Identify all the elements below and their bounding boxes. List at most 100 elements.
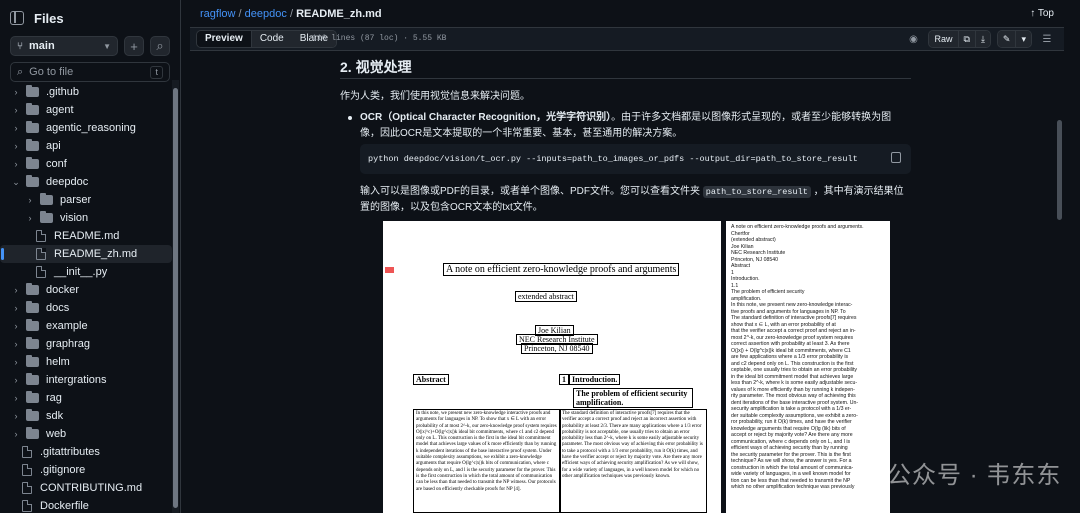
fig-title: A note on efficient zero-knowledge proof… xyxy=(443,263,680,276)
raw-button[interactable]: Raw xyxy=(929,31,959,47)
folder-icon xyxy=(26,175,39,187)
chevron-right-icon: › xyxy=(28,195,32,205)
tree-item-label: parser xyxy=(60,194,92,206)
breadcrumb-current-file: README_zh.md xyxy=(296,8,382,20)
tree-item[interactable]: › sdk xyxy=(0,407,172,425)
file-icon xyxy=(36,230,46,242)
tree-item[interactable]: ⌄ deepdoc xyxy=(0,173,172,191)
main-panel: ragflow / deepdoc / README_zh.md ↑ Top P… xyxy=(190,0,1064,513)
ocr-demo-image: A note on efficient zero-knowledge proof… xyxy=(383,221,721,513)
copilot-icon[interactable]: ◉ xyxy=(904,30,922,48)
tree-item[interactable]: › example xyxy=(0,317,172,335)
breadcrumb-repo-link[interactable]: ragflow xyxy=(200,8,235,20)
folder-icon xyxy=(40,211,53,223)
folder-icon xyxy=(26,121,39,133)
tree-item-label: sdk xyxy=(46,410,64,422)
chevron-right-icon: › xyxy=(14,303,18,313)
tree-item-label: .github xyxy=(46,86,80,98)
arrow-up-icon: ↑ xyxy=(1030,8,1036,19)
top-button[interactable]: ↑ Top xyxy=(1030,8,1054,19)
tree-item-label: vision xyxy=(60,212,89,224)
tree-item[interactable]: › docs xyxy=(0,299,172,317)
tree-item-label: Dockerfile xyxy=(40,500,89,512)
folder-icon xyxy=(40,193,53,205)
fig-subtitle: extended abstract xyxy=(515,291,577,302)
file-icon xyxy=(22,464,32,476)
tree-item-label: example xyxy=(46,320,88,332)
folder-icon xyxy=(26,85,39,97)
fig-abstract-heading: Abstract xyxy=(413,374,449,385)
tree-item[interactable]: .gitattributes xyxy=(0,443,172,461)
tree-item-label: __init__.py xyxy=(54,266,108,278)
tree-item[interactable]: › intergrations xyxy=(0,371,172,389)
output-description: 输入可以是图像或PDF的目录，或者单个图像、PDF文件。您可以查看文件夹 pat… xyxy=(360,184,911,215)
folder-icon xyxy=(26,391,39,403)
tree-item[interactable]: › helm xyxy=(0,353,172,371)
chevron-right-icon: › xyxy=(14,87,18,97)
tree-item[interactable]: › docker xyxy=(0,281,172,299)
chevron-down-icon[interactable]: ▾ xyxy=(1016,31,1031,47)
chevron-right-icon: › xyxy=(14,321,18,331)
command-text: python deepdoc/vision/t_ocr.py --inputs=… xyxy=(368,154,858,164)
add-file-button[interactable]: + xyxy=(124,36,144,56)
tree-item[interactable]: › .github xyxy=(0,83,172,101)
chevron-down-icon: ⌄ xyxy=(12,176,20,187)
tree-item[interactable]: README_zh.md xyxy=(0,245,172,263)
raw-actions-group: Raw ⧉ ⤓ xyxy=(928,30,991,48)
tree-item[interactable]: Dockerfile xyxy=(0,497,172,513)
fig-section-heading: Introduction. xyxy=(569,374,621,385)
tree-item[interactable]: .gitignore xyxy=(0,461,172,479)
tree-item[interactable]: › parser xyxy=(0,191,172,209)
tree-item-label: intergrations xyxy=(46,374,107,386)
tree-item[interactable]: › agentic_reasoning xyxy=(0,119,172,137)
tree-item[interactable]: › vision xyxy=(0,209,172,227)
tree-item[interactable]: › agent xyxy=(0,101,172,119)
chevron-right-icon: › xyxy=(14,159,18,169)
tree-item[interactable]: CONTRIBUTING.md xyxy=(0,479,172,497)
tree-item[interactable]: › api xyxy=(0,137,172,155)
tab-preview[interactable]: Preview xyxy=(197,31,252,47)
go-to-file-input[interactable]: ⌕ Go to file t xyxy=(10,62,170,82)
tab-code[interactable]: Code xyxy=(251,31,292,47)
tree-item-label: .gitattributes xyxy=(40,446,100,458)
sidebar-scrollbar[interactable] xyxy=(172,80,179,513)
sidebar-title: Files xyxy=(34,10,64,26)
tree-item-label: README_zh.md xyxy=(54,248,138,260)
tree-item-label: helm xyxy=(46,356,70,368)
tree-item[interactable]: __init__.py xyxy=(0,263,172,281)
tree-item-label: CONTRIBUTING.md xyxy=(40,482,143,494)
download-icon[interactable]: ⤓ xyxy=(975,31,990,47)
tree-item[interactable]: › web xyxy=(0,425,172,443)
tree-item-label: agentic_reasoning xyxy=(46,122,136,134)
file-icon xyxy=(22,500,32,512)
copy-raw-icon[interactable]: ⧉ xyxy=(958,31,976,47)
file-icon xyxy=(22,482,32,494)
collapse-panel-icon[interactable] xyxy=(10,11,24,25)
folder-icon xyxy=(26,427,39,439)
tree-item-label: web xyxy=(46,428,67,440)
search-button[interactable]: ⌕ xyxy=(150,36,170,56)
intro-paragraph: 作为人类，我们使用视觉信息来解决问题。 xyxy=(340,91,530,102)
chevron-right-icon: › xyxy=(14,357,18,367)
pencil-icon[interactable]: ✎ xyxy=(997,31,1017,47)
tree-item[interactable]: › rag xyxy=(0,389,172,407)
chevron-right-icon: › xyxy=(14,375,18,385)
top-label: Top xyxy=(1037,8,1054,19)
chevron-right-icon: › xyxy=(14,285,18,295)
chevron-right-icon: › xyxy=(14,339,18,349)
chevron-right-icon: › xyxy=(14,429,18,439)
tree-item[interactable]: README.md xyxy=(0,227,172,245)
branch-selector[interactable]: ⑂ main ▼ xyxy=(10,36,118,56)
folder-icon xyxy=(26,373,39,385)
content-scrollbar[interactable] xyxy=(1056,52,1064,513)
chevron-right-icon: › xyxy=(14,393,18,403)
breadcrumb-dir-link[interactable]: deepdoc xyxy=(245,8,287,20)
output-desc-before: 输入可以是图像或PDF的目录，或者单个图像、PDF文件。您可以查看文件夹 xyxy=(360,186,703,197)
folder-icon xyxy=(26,139,39,151)
tree-item[interactable]: › graphrag xyxy=(0,335,172,353)
outline-list-icon[interactable]: ☰ xyxy=(1038,30,1056,48)
tree-item[interactable]: › conf xyxy=(0,155,172,173)
folder-icon xyxy=(26,283,39,295)
tree-item-label: docker xyxy=(46,284,80,296)
copy-icon[interactable] xyxy=(891,152,901,163)
